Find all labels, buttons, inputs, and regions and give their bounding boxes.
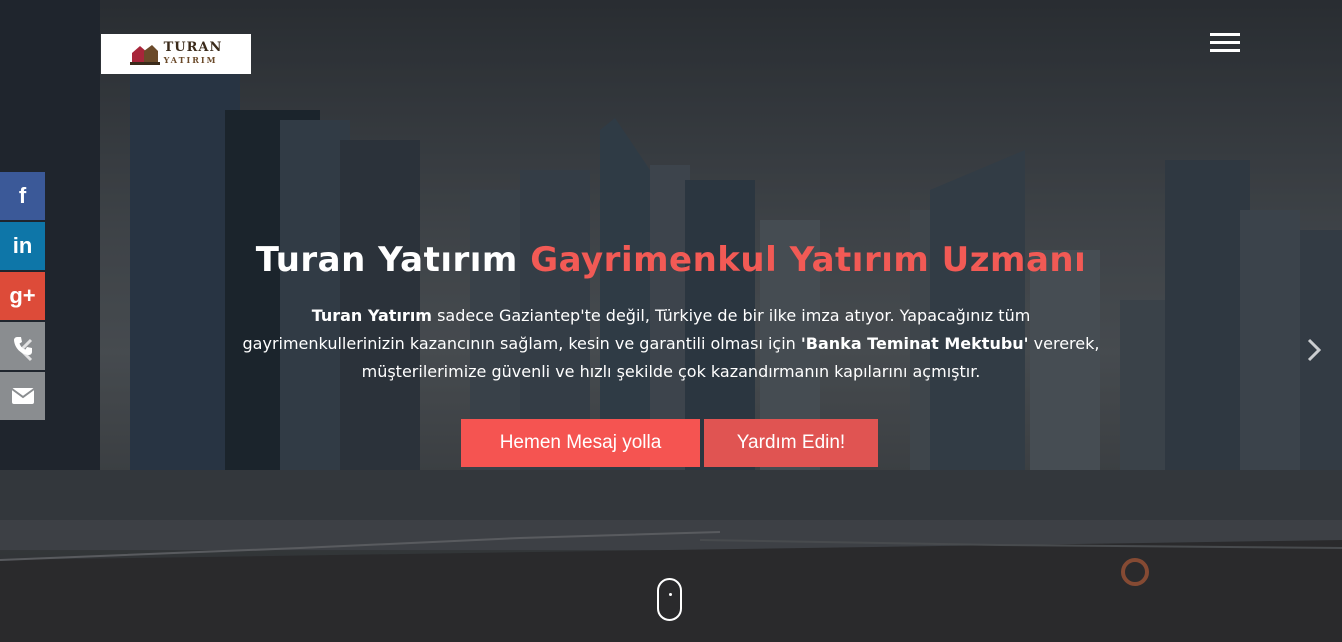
help-button[interactable]: Yardım Edin! <box>704 419 878 467</box>
hamburger-menu-icon[interactable] <box>1210 33 1240 55</box>
slider-next-arrow-icon[interactable] <box>1302 335 1326 365</box>
slider-prev-arrow-icon[interactable] <box>14 335 38 365</box>
logo-text: TURAN <box>163 40 223 55</box>
mail-icon[interactable] <box>0 372 45 420</box>
hero-desc-brand: Turan Yatırım <box>311 306 432 325</box>
logo-subtext: YATIRIM <box>163 55 218 65</box>
hero-title-white: Turan Yatırım <box>255 240 518 280</box>
facebook-label: f <box>18 183 27 208</box>
house-icon <box>129 45 160 65</box>
cta-buttons: Hemen Mesaj yolla Yardım Edin! <box>461 419 878 467</box>
mail-glyph <box>10 388 35 404</box>
google-plus-label: g+ <box>9 283 36 308</box>
scroll-down-icon[interactable] <box>657 578 682 621</box>
send-message-button[interactable]: Hemen Mesaj yolla <box>461 419 700 467</box>
hero-description: Turan Yatırım sadece Gaziantep'te değil,… <box>241 302 1101 386</box>
hero-title-accent: Gayrimenkul Yatırım Uzmanı <box>530 240 1087 280</box>
hero-desc-highlight: 'Banka Teminat Mektubu' <box>800 334 1029 353</box>
social-sidebar: f in g+ <box>0 172 45 422</box>
facebook-icon[interactable]: f <box>0 172 45 220</box>
hero-title: Turan Yatırım Gayrimenkul Yatırım Uzmanı <box>0 240 1342 280</box>
site-logo[interactable]: TURAN YATIRIM <box>101 34 251 74</box>
